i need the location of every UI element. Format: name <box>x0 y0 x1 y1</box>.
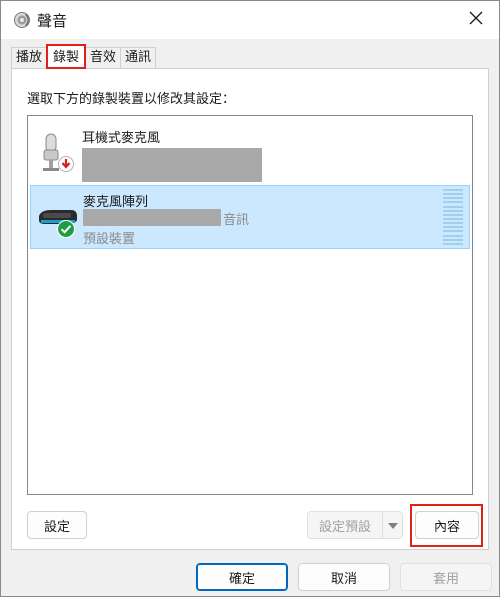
close-button[interactable] <box>453 1 499 39</box>
recording-panel: 選取下方的錄製裝置以修改其設定： 耳機式麥克風 麥克風陣列 音訊 預設裝置 設定… <box>11 68 489 550</box>
ok-button[interactable]: 確定 <box>196 563 288 591</box>
set-default-button[interactable]: 設定預設 <box>307 511 383 539</box>
tab-sounds[interactable]: 音效 <box>85 47 122 69</box>
redacted-device-detail <box>83 209 221 226</box>
cancel-button[interactable]: 取消 <box>298 563 390 591</box>
device-item-headset[interactable]: 耳機式麥克風 <box>30 122 470 186</box>
apply-button[interactable]: 套用 <box>400 563 492 591</box>
instruction-text: 選取下方的錄製裝置以修改其設定： <box>27 92 236 107</box>
default-check-icon <box>57 220 75 238</box>
tab-communications[interactable]: 通訊 <box>120 47 157 69</box>
sound-dialog: 聲音 播放 錄製 音效 通訊 選取下方的錄製裝置以修改其設定： 耳機式麥克風 麥… <box>0 0 500 597</box>
device-detail-suffix: 音訊 <box>223 213 250 228</box>
device-list[interactable]: 耳機式麥克風 麥克風陣列 音訊 預設裝置 <box>27 115 473 495</box>
chevron-down-icon <box>387 518 398 533</box>
window-title: 聲音 <box>37 12 68 30</box>
device-item-mic-array[interactable]: 麥克風陣列 音訊 預設裝置 <box>30 185 470 249</box>
tab-strip: 播放 錄製 音效 通訊 <box>11 44 157 69</box>
device-name: 麥克風陣列 <box>83 195 149 210</box>
level-meter <box>443 189 463 245</box>
title-bar: 聲音 <box>1 1 499 39</box>
redacted-device-detail <box>82 148 262 182</box>
device-status: 預設裝置 <box>83 232 136 247</box>
speaker-icon <box>13 11 31 29</box>
set-default-dropdown[interactable] <box>383 511 403 539</box>
configure-button[interactable]: 設定 <box>27 511 87 539</box>
unplugged-arrow-icon <box>58 156 74 172</box>
tab-recording[interactable]: 錄製 <box>46 44 87 69</box>
tab-playback[interactable]: 播放 <box>11 47 48 69</box>
close-icon <box>469 11 483 29</box>
properties-button-highlight <box>410 504 483 547</box>
device-name: 耳機式麥克風 <box>82 131 161 146</box>
